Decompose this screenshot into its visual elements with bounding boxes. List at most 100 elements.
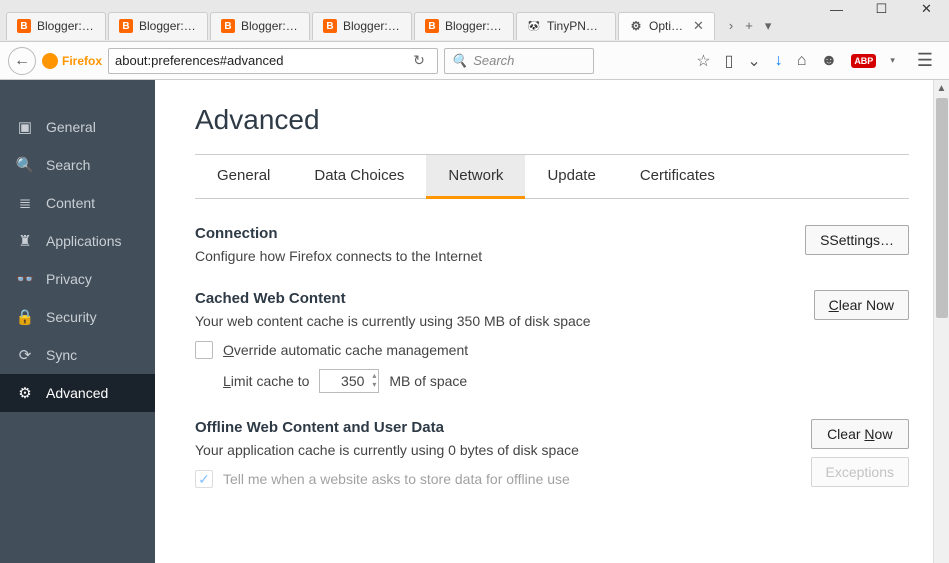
override-cache-label: Override automatic cache management xyxy=(223,342,468,358)
subtab-certificates[interactable]: Certificates xyxy=(618,155,737,198)
gear-favicon-icon: ⚙ xyxy=(629,19,643,33)
adblock-icon[interactable]: ABP xyxy=(851,54,876,68)
sidebar-label: Advanced xyxy=(46,385,108,401)
sidebar-label: Applications xyxy=(46,233,122,249)
security-icon: 🔒 xyxy=(16,308,34,326)
limit-cache-suffix: MB of space xyxy=(389,373,467,389)
search-icon: 🔍 xyxy=(16,156,34,174)
connection-settings-button[interactable]: SSettings… xyxy=(805,225,909,255)
sidebar-item-content[interactable]: ≣ Content xyxy=(0,184,155,222)
nav-toolbar: ← Firefox about:preferences#advanced ↻ 🔍… xyxy=(0,42,949,80)
sidebar-item-privacy[interactable]: 👓 Privacy xyxy=(0,260,155,298)
content-pane: Advanced General Data Choices Network Up… xyxy=(155,80,949,563)
hamburger-menu-icon[interactable]: ☰ xyxy=(917,50,933,71)
browser-tab[interactable]: 🐼 TinyPNG … xyxy=(516,12,616,40)
identity-label: Firefox xyxy=(62,54,102,68)
blogger-favicon-icon: B xyxy=(17,19,31,33)
tab-label: Blogger: … xyxy=(37,19,95,33)
pocket-icon[interactable]: ⌄ xyxy=(747,51,760,71)
tab-label: Blogger: … xyxy=(241,19,299,33)
offline-exceptions-button[interactable]: Exceptions xyxy=(811,457,909,487)
sidebar-label: Content xyxy=(46,195,95,211)
firefox-icon xyxy=(42,53,58,69)
abp-dropdown-icon[interactable]: ▾ xyxy=(890,55,895,66)
downloads-icon[interactable]: ↓ xyxy=(775,52,783,70)
tab-label: Blogger: … xyxy=(343,19,401,33)
offline-text: Your application cache is currently usin… xyxy=(195,442,799,458)
new-tab-button[interactable]: + xyxy=(745,18,753,33)
preferences-sidebar: ▣General 🔍Search ≣Content ♜Applications … xyxy=(0,80,155,563)
site-identity[interactable]: Firefox xyxy=(42,53,102,69)
window-close[interactable]: ✕ xyxy=(904,0,949,20)
tab-label: Blogger: … xyxy=(139,19,197,33)
sidebar-label: Security xyxy=(46,309,97,325)
browser-tab[interactable]: BBlogger: … xyxy=(414,12,514,40)
scroll-up-icon[interactable]: ▲ xyxy=(934,80,949,96)
bookmark-star-icon[interactable]: ☆ xyxy=(696,51,710,71)
tinypng-favicon-icon: 🐼 xyxy=(527,19,541,33)
browser-tab[interactable]: B Blogger: … xyxy=(210,12,310,40)
reload-icon[interactable]: ↻ xyxy=(407,52,431,69)
tab-label: Blogger: … xyxy=(445,19,503,33)
search-bar[interactable]: 🔍 Search xyxy=(444,48,594,74)
limit-cache-label: Limit cache to xyxy=(223,373,309,389)
browser-tab[interactable]: B Blogger: … xyxy=(312,12,412,40)
content-icon: ≣ xyxy=(16,194,34,212)
window-titlebar: — ☐ ✕ xyxy=(0,0,949,10)
tabs-dropdown-icon[interactable]: ▾ xyxy=(765,18,772,34)
subtab-data-choices[interactable]: Data Choices xyxy=(292,155,426,198)
offline-tell-checkbox[interactable]: ✓ xyxy=(195,470,213,488)
vertical-scrollbar[interactable]: ▲ xyxy=(933,80,949,563)
window-maximize[interactable]: ☐ xyxy=(859,0,904,20)
reader-view-icon[interactable]: ▯ xyxy=(725,51,734,71)
subtab-bar: General Data Choices Network Update Cert… xyxy=(195,155,909,199)
subtab-network[interactable]: Network xyxy=(426,155,525,199)
scroll-thumb[interactable] xyxy=(936,98,948,318)
tab-label: TinyPNG … xyxy=(547,19,605,33)
cache-text: Your web content cache is currently usin… xyxy=(195,313,802,329)
sidebar-label: General xyxy=(46,119,96,135)
sidebar-item-sync[interactable]: ⟳Sync xyxy=(0,336,155,374)
browser-tab[interactable]: B Blogger: … xyxy=(6,12,106,40)
close-tab-icon[interactable]: ✕ xyxy=(693,18,704,34)
clear-offline-button[interactable]: Clear Now xyxy=(811,419,909,449)
sidebar-label: Search xyxy=(46,157,90,173)
sidebar-item-advanced[interactable]: ⚙ Advanced xyxy=(0,374,155,412)
browser-tab[interactable]: BBlogger: … xyxy=(108,12,208,40)
clear-cache-button[interactable]: Clear Now xyxy=(814,290,909,320)
url-bar[interactable]: about:preferences#advanced ↻ xyxy=(108,48,438,74)
sync-icon: ⟳ xyxy=(16,346,34,364)
search-icon: 🔍 xyxy=(451,53,467,69)
window-minimize[interactable]: — xyxy=(814,0,859,20)
sidebar-item-applications[interactable]: ♜ Applications xyxy=(0,222,155,260)
chat-icon[interactable]: ☻ xyxy=(820,52,837,70)
page-title: Advanced xyxy=(195,104,909,136)
sidebar-item-security[interactable]: 🔒 Security xyxy=(0,298,155,336)
general-icon: ▣ xyxy=(16,118,34,136)
privacy-icon: 👓 xyxy=(16,270,34,288)
subtab-update[interactable]: Update xyxy=(525,155,617,198)
tab-overflow-icon[interactable]: › xyxy=(729,18,733,33)
connection-heading: Connection xyxy=(195,225,793,242)
offline-tell-label: Tell me when a website asks to store dat… xyxy=(223,471,570,487)
browser-tab-active[interactable]: ⚙Opti…✕ xyxy=(618,12,715,40)
home-icon[interactable]: ⌂ xyxy=(797,52,807,70)
blogger-favicon-icon: B xyxy=(323,19,337,33)
override-cache-checkbox[interactable] xyxy=(195,341,213,359)
sidebar-item-search[interactable]: 🔍 Search xyxy=(0,146,155,184)
cache-limit-input[interactable]: 350▴▾ xyxy=(319,369,379,393)
back-button[interactable]: ← xyxy=(8,47,36,75)
advanced-icon: ⚙ xyxy=(16,384,34,402)
subtab-general[interactable]: General xyxy=(195,155,292,198)
tab-strip: BBlogger: … BBlogger: … BBlogger: … BBlo… xyxy=(0,10,949,42)
cache-heading: Cached Web Content xyxy=(195,290,802,307)
sidebar-label: Privacy xyxy=(46,271,92,287)
blogger-favicon-icon: B xyxy=(221,19,235,33)
url-text: about:preferences#advanced xyxy=(115,53,407,68)
applications-icon: ♜ xyxy=(16,232,34,250)
connection-text: Configure how Firefox connects to the In… xyxy=(195,248,793,264)
spinner-icon[interactable]: ▴▾ xyxy=(372,371,376,389)
offline-heading: Offline Web Content and User Data xyxy=(195,419,799,436)
search-placeholder: Search xyxy=(473,53,514,68)
sidebar-item-general[interactable]: ▣ General xyxy=(0,108,155,146)
